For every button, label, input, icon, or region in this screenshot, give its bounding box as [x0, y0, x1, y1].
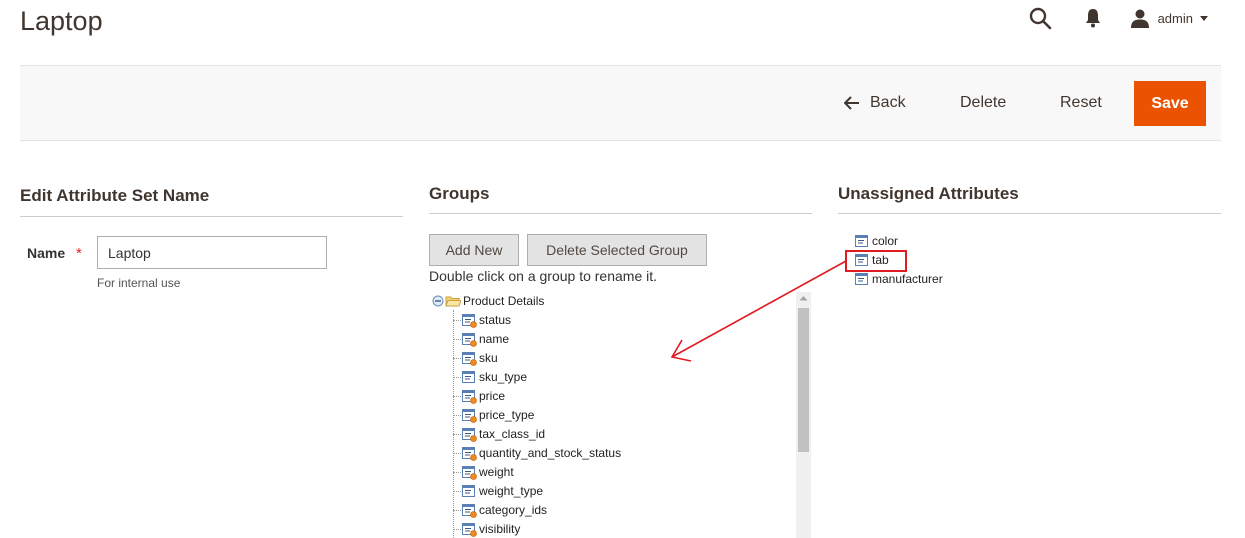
tree-connector — [453, 453, 461, 454]
tree-attribute-item[interactable]: name — [461, 330, 509, 348]
tree-attribute-item[interactable]: price_type — [461, 406, 534, 424]
required-asterisk: * — [76, 245, 82, 262]
search-icon[interactable] — [1028, 6, 1052, 30]
tree-attribute-item[interactable]: quantity_and_stock_status — [461, 444, 621, 462]
attribute-icon — [462, 466, 477, 480]
tree-connector — [453, 339, 461, 340]
folder-open-icon — [445, 296, 461, 307]
tree-attribute-label: category_ids — [479, 503, 548, 517]
divider — [838, 213, 1221, 214]
attribute-icon — [855, 235, 868, 247]
tree-attribute-label: status — [479, 313, 512, 327]
tree-connector — [453, 377, 461, 378]
scroll-up-arrow-icon[interactable] — [799, 295, 808, 301]
unassigned-title: Unassigned Attributes — [838, 184, 1019, 203]
tree-connector — [453, 310, 454, 538]
tree-attribute-item[interactable]: category_ids — [461, 501, 547, 519]
tree-attribute-label: visibility — [479, 522, 521, 536]
attribute-icon — [462, 333, 477, 347]
tree-attribute-label: name — [479, 332, 510, 346]
tree-connector — [453, 510, 461, 511]
tree-group-product-details[interactable]: Product Details — [432, 292, 544, 310]
attribute-icon — [462, 428, 477, 442]
divider — [429, 213, 812, 214]
attribute-icon — [462, 371, 475, 383]
tree-attribute-label: quantity_and_stock_status — [479, 446, 622, 460]
tree-attribute-item[interactable]: sku_type — [461, 368, 527, 386]
attribute-icon — [462, 447, 477, 461]
tree-attribute-label: price — [479, 389, 506, 403]
attribute-icon — [462, 504, 477, 518]
divider — [20, 216, 403, 217]
header-actions: admin — [1028, 6, 1209, 30]
user-menu-label[interactable]: admin — [1158, 11, 1193, 26]
bell-icon[interactable] — [1084, 8, 1102, 28]
tree-connector — [453, 358, 461, 359]
name-hint: For internal use — [97, 276, 181, 290]
tree-connector — [453, 491, 461, 492]
save-button[interactable]: Save — [1134, 81, 1206, 126]
tree-attribute-label: tax_class_id — [479, 427, 546, 441]
attribute-icon — [855, 273, 868, 285]
groups-tree[interactable]: Product Details status name sku sku_typepri… — [429, 292, 812, 538]
tree-connector — [453, 396, 461, 397]
attribute-icon — [462, 352, 477, 366]
tree-attribute-label: weight — [479, 465, 514, 479]
tree-attribute-item[interactable]: price — [461, 387, 505, 405]
scrollbar-thumb[interactable] — [798, 308, 809, 452]
attribute-icon — [462, 485, 475, 497]
tree-attribute-label: sku — [479, 351, 498, 365]
unassigned-attribute-item[interactable]: color — [854, 232, 898, 250]
collapse-toggle-icon[interactable] — [432, 295, 444, 307]
tree-connector — [453, 320, 461, 321]
arrow-left-icon — [844, 96, 859, 110]
groups-hint: Double click on a group to rename it. — [429, 268, 658, 284]
tree-attribute-item[interactable]: weight — [461, 463, 514, 481]
back-label: Back — [870, 94, 906, 111]
annotation-highlight-box — [845, 250, 907, 272]
attribute-icon — [462, 314, 477, 328]
tree-scrollbar[interactable] — [796, 292, 811, 538]
attribute-set-name-input[interactable] — [97, 236, 327, 269]
delete-button[interactable]: Delete — [960, 80, 1006, 126]
reset-button[interactable]: Reset — [1060, 80, 1102, 126]
tree-connector — [453, 415, 461, 416]
user-avatar-icon[interactable] — [1130, 8, 1150, 28]
unassigned-attribute-label: color — [872, 234, 899, 248]
attribute-icon — [462, 409, 477, 423]
attribute-icon — [462, 523, 477, 537]
groups-title: Groups — [429, 184, 490, 203]
attribute-icon — [462, 390, 477, 404]
add-new-group-button[interactable]: Add New — [429, 234, 519, 266]
tree-attribute-label: sku_type — [479, 370, 528, 384]
name-label: Name — [27, 245, 66, 261]
tree-connector — [453, 434, 461, 435]
tree-attribute-label: price_type — [479, 408, 535, 422]
unassigned-attribute-item[interactable]: manufacturer — [854, 270, 943, 288]
page-title: Laptop — [20, 6, 103, 36]
edit-name-title: Edit Attribute Set Name — [20, 186, 210, 205]
tree-attribute-item[interactable]: visibility — [461, 520, 520, 538]
back-button[interactable]: Back — [844, 80, 906, 126]
unassigned-attribute-label: manufacturer — [872, 272, 943, 286]
delete-selected-group-button[interactable]: Delete Selected Group — [527, 234, 707, 266]
chevron-down-icon[interactable] — [1199, 13, 1209, 23]
tree-attribute-item[interactable]: weight_type — [461, 482, 543, 500]
tree-attribute-label: weight_type — [479, 484, 544, 498]
tree-group-label: Product Details — [463, 294, 545, 308]
tree-connector — [453, 529, 461, 530]
tree-attribute-item[interactable]: sku — [461, 349, 498, 367]
page-actions-bar: Back Delete Reset Save — [20, 65, 1221, 141]
tree-attribute-item[interactable]: tax_class_id — [461, 425, 545, 443]
tree-attribute-item[interactable]: status — [461, 311, 511, 329]
tree-connector — [453, 472, 461, 473]
